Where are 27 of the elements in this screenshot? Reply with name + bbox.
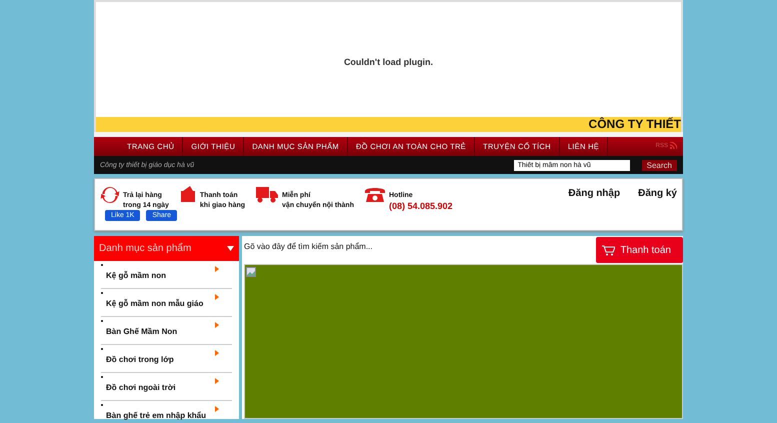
plugin-error-message: Couldn't load plugin. — [344, 57, 434, 69]
arrow-icon — [215, 406, 219, 412]
register-link[interactable]: Đăng ký — [638, 188, 677, 224]
category-link[interactable]: Đồ chơi trong lớp — [106, 355, 174, 364]
search-button[interactable]: Search — [642, 160, 677, 170]
dropdown-icon[interactable] — [227, 246, 234, 251]
broken-image-icon — [246, 267, 256, 277]
arrow-icon — [215, 266, 219, 272]
arrow-icon — [215, 294, 219, 300]
category-link[interactable]: Kệ gỗ mầm non — [106, 271, 166, 280]
category-link[interactable]: Bàn ghế trẻ em nhập khẩu — [106, 411, 206, 420]
arrow-icon — [215, 378, 219, 384]
category-link[interactable]: Đồ chơi ngoài trời — [106, 383, 176, 392]
hotline-number: (08) 54.085.902 — [388, 201, 453, 211]
arrow-icon — [215, 322, 219, 328]
cart-icon — [602, 244, 616, 256]
marquee-text: CÔNG TY THIẾT — [588, 117, 681, 132]
category-link[interactable]: Bàn Ghế Mầm Non — [106, 327, 178, 336]
category-link[interactable]: Kệ gỗ mầm non mẫu giáo — [106, 299, 204, 308]
checkout-button[interactable]: Thanh toán — [596, 237, 683, 263]
login-link[interactable]: Đăng nhập — [568, 188, 620, 224]
phone-icon — [364, 185, 386, 203]
refresh-icon — [100, 185, 120, 205]
truck-icon — [255, 185, 280, 203]
category-title: Danh mục sản phẩm — [99, 243, 192, 254]
rss-icon[interactable] — [670, 142, 677, 149]
arrow-icon — [215, 350, 219, 356]
